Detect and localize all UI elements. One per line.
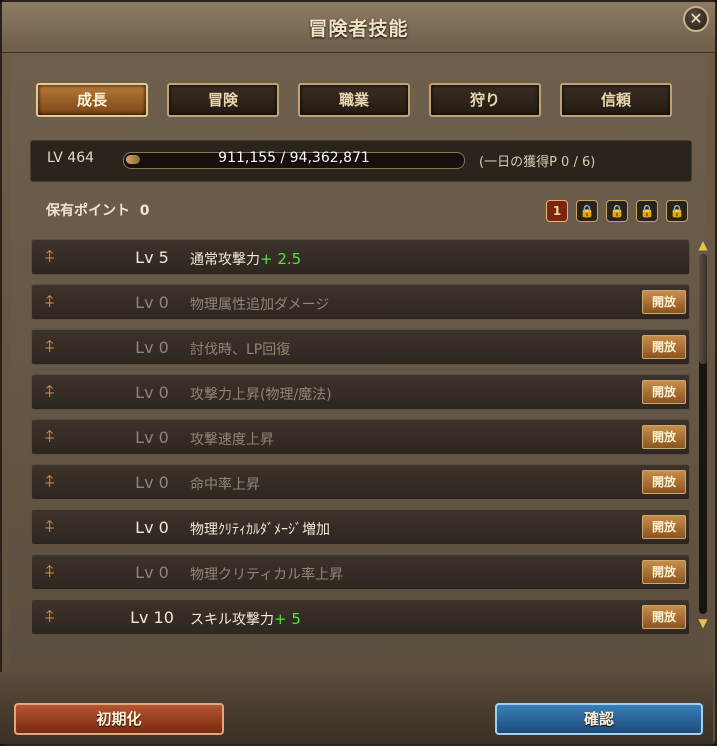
sword-icon: ⍏ bbox=[44, 292, 56, 312]
points-display: 保有ポイント 0 bbox=[46, 200, 150, 220]
sword-icon: ⍏ bbox=[44, 607, 56, 627]
lock-icon[interactable]: 🔒 bbox=[576, 200, 598, 222]
sword-icon: ⍏ bbox=[44, 517, 56, 537]
skill-name: 攻撃力上昇(物理/魔法) bbox=[190, 387, 332, 403]
skill-name: 討伐時、LP回復 bbox=[190, 342, 291, 358]
tab-0[interactable]: 成長 bbox=[36, 83, 148, 117]
skill-row: ⍏ Lv 0 命中率上昇 開放 bbox=[31, 464, 690, 500]
skill-row: ⍏ Lv 0 討伐時、LP回復 開放 bbox=[31, 329, 690, 365]
unlock-button[interactable]: 開放 bbox=[642, 470, 686, 494]
tab-1[interactable]: 冒険 bbox=[167, 83, 279, 117]
window-title: 冒険者技能 bbox=[308, 18, 409, 40]
footer: 初期化 確認 bbox=[0, 672, 713, 744]
unlock-button[interactable]: 開放 bbox=[642, 425, 686, 449]
lock-icon[interactable]: 🔒 bbox=[666, 200, 688, 222]
skill-name: 物理ｸﾘﾃｨｶﾙﾀﾞﾒｰｼﾞ増加 bbox=[190, 522, 330, 538]
unlock-button[interactable]: 開放 bbox=[642, 515, 686, 539]
skill-name: スキル攻撃力+ 5 bbox=[190, 610, 301, 628]
title-bar: 冒険者技能 ✕ bbox=[2, 2, 715, 53]
level-bar: LV 464 911,155 / 94,362,871 (一日の獲得P 0 / … bbox=[30, 140, 692, 182]
unlock-button[interactable]: 開放 bbox=[642, 560, 686, 584]
confirm-button[interactable]: 確認 bbox=[495, 703, 703, 735]
lock-icon[interactable]: 🔒 bbox=[606, 200, 628, 222]
skill-row: ⍏ Lv 0 物理クリティカル率上昇 開放 bbox=[31, 554, 690, 590]
points-label: 保有ポイント bbox=[46, 203, 130, 219]
skill-row: ⍏ Lv 0 攻撃力上昇(物理/魔法) 開放 bbox=[31, 374, 690, 410]
unlock-button[interactable]: 開放 bbox=[642, 290, 686, 314]
skill-row: ⍏ Lv 0 物理属性追加ダメージ 開放 bbox=[31, 284, 690, 320]
exp-bar: 911,155 / 94,362,871 bbox=[123, 150, 465, 169]
points-value: 0 bbox=[139, 203, 150, 219]
scroll-down-icon[interactable]: ▼ bbox=[696, 616, 710, 630]
sword-icon: ⍏ bbox=[44, 382, 56, 402]
skill-name: 物理クリティカル率上昇 bbox=[190, 567, 344, 583]
level-label: LV 464 bbox=[47, 150, 95, 166]
skill-row: ⍏ Lv 10 スキル攻撃力+ 5 開放 bbox=[31, 599, 690, 635]
exp-text: 911,155 / 94,362,871 bbox=[218, 150, 370, 166]
skill-row: ⍏ Lv 5 通常攻撃力+ 2.5 bbox=[31, 239, 690, 275]
lock-icon[interactable]: 🔒 bbox=[636, 200, 658, 222]
sword-icon: ⍏ bbox=[44, 337, 56, 357]
skill-bonus: + 2.5 bbox=[260, 250, 302, 268]
sword-icon: ⍏ bbox=[44, 427, 56, 447]
skill-row: ⍏ Lv 0 攻撃速度上昇 開放 bbox=[31, 419, 690, 455]
scroll-track[interactable] bbox=[699, 254, 707, 614]
tab-3[interactable]: 狩り bbox=[429, 83, 541, 117]
reset-button[interactable]: 初期化 bbox=[14, 703, 224, 735]
unlock-button[interactable]: 開放 bbox=[642, 335, 686, 359]
unlock-button[interactable]: 開放 bbox=[642, 605, 686, 629]
tab-2[interactable]: 職業 bbox=[298, 83, 410, 117]
sword-icon: ⍏ bbox=[44, 472, 56, 492]
page-button[interactable]: 1 bbox=[546, 200, 568, 222]
skill-name: 命中率上昇 bbox=[190, 477, 260, 493]
scroll-up-icon[interactable]: ▲ bbox=[696, 238, 710, 252]
daily-points-text: (一日の獲得P 0 / 6) bbox=[479, 155, 596, 170]
skill-name: 通常攻撃力+ 2.5 bbox=[190, 250, 302, 268]
tab-4[interactable]: 信頼 bbox=[560, 83, 672, 117]
sword-icon: ⍏ bbox=[44, 247, 56, 267]
close-button[interactable]: ✕ bbox=[683, 6, 709, 32]
sword-icon: ⍏ bbox=[44, 562, 56, 582]
skill-name: 物理属性追加ダメージ bbox=[190, 297, 330, 313]
skill-bonus: + 5 bbox=[274, 610, 301, 628]
scrollbar[interactable]: ▲ ▼ bbox=[695, 238, 711, 630]
unlock-button[interactable]: 開放 bbox=[642, 380, 686, 404]
skill-name: 攻撃速度上昇 bbox=[190, 432, 274, 448]
skill-row: ⍏ Lv 0 物理ｸﾘﾃｨｶﾙﾀﾞﾒｰｼﾞ増加 開放 bbox=[31, 509, 690, 545]
scroll-thumb[interactable] bbox=[699, 254, 707, 364]
